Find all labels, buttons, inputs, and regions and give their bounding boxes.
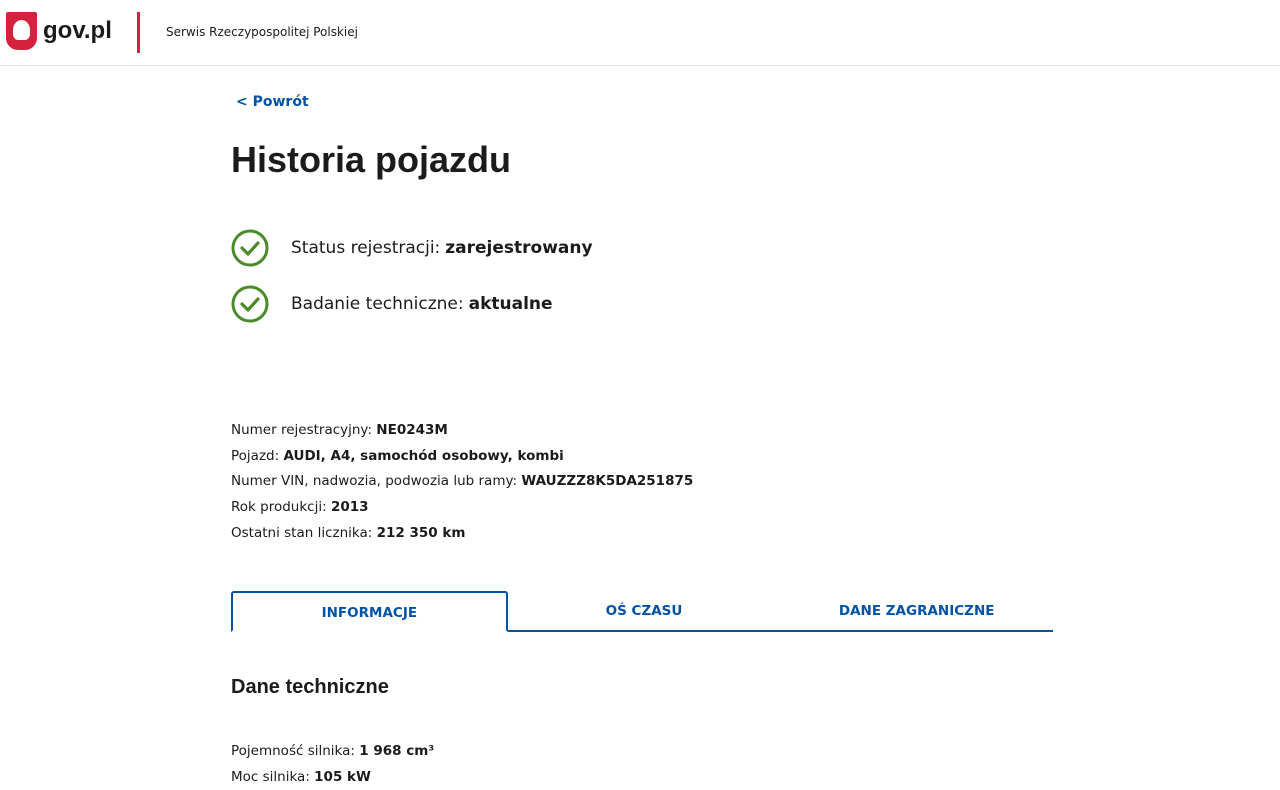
info-row: Numer VIN, nadwozia, podwozia lub ramy: …	[231, 469, 693, 495]
info-value: AUDI, A4, samochód osobowy, kombi	[283, 447, 564, 464]
registration-status: Status rejestracji: zarejestrowany	[231, 229, 593, 267]
info-row: Pojazd: AUDI, A4, samochód osobowy, komb…	[231, 444, 693, 470]
info-value: 2013	[330, 499, 369, 516]
check-circle-icon	[231, 229, 269, 267]
status-label: Status rejestracji:	[291, 238, 441, 258]
info-label: Pojemność silnika:	[231, 743, 360, 759]
service-name: Serwis Rzeczypospolitej Polskiej	[166, 25, 358, 39]
header-divider	[137, 12, 140, 53]
inspection-status: Badanie techniczne: aktualne	[231, 285, 553, 323]
section-title: Dane techniczne	[231, 676, 389, 698]
status-label: Badanie techniczne:	[291, 294, 464, 314]
status-value: zarejestrowany	[445, 238, 593, 258]
info-value: WAUZZZ8K5DA251875	[521, 473, 694, 490]
vehicle-info: Numer rejestracyjny: NE0243M Pojazd: AUD…	[231, 418, 693, 547]
info-label: Ostatni stan licznika:	[231, 524, 377, 541]
info-value: 212 350 km	[376, 524, 466, 541]
tab-dane-zagraniczne[interactable]: DANE ZAGRANICZNE	[780, 591, 1053, 630]
info-row: Ostatni stan licznika: 212 350 km	[231, 521, 693, 547]
info-value: NE0243M	[376, 422, 448, 438]
tech-info: Pojemność silnika: 1 968 cm³ Moc silnika…	[231, 738, 434, 790]
gov-logo[interactable]: gov.pl	[43, 17, 112, 45]
tab-bar: INFORMACJE OŚ CZASU DANE ZAGRANICZNE	[231, 591, 1053, 632]
info-label: Numer VIN, nadwozia, podwozia lub ramy:	[231, 473, 522, 490]
info-label: Moc silnika:	[231, 769, 315, 785]
info-label: Rok produkcji:	[231, 499, 331, 516]
info-row: Moc silnika: 105 kW	[231, 764, 434, 790]
info-label: Numer rejestracyjny:	[231, 422, 377, 438]
status-value: aktualne	[468, 294, 553, 314]
page-title: Historia pojazdu	[231, 139, 512, 180]
info-label: Pojazd:	[231, 447, 284, 464]
info-value: 105 kW	[314, 769, 371, 785]
site-header: gov.pl Serwis Rzeczypospolitej Polskiej	[0, 0, 1280, 66]
tab-os-czasu[interactable]: OŚ CZASU	[508, 591, 781, 630]
info-row: Rok produkcji: 2013	[231, 495, 693, 521]
tab-informacje[interactable]: INFORMACJE	[231, 591, 508, 632]
polish-eagle-icon	[6, 12, 37, 50]
info-row: Numer rejestracyjny: NE0243M	[231, 418, 693, 444]
info-value: 1 968 cm³	[359, 743, 435, 759]
info-row: Pojemność silnika: 1 968 cm³	[231, 738, 434, 764]
check-circle-icon	[231, 285, 269, 323]
back-link[interactable]: < Powrót	[236, 94, 309, 110]
